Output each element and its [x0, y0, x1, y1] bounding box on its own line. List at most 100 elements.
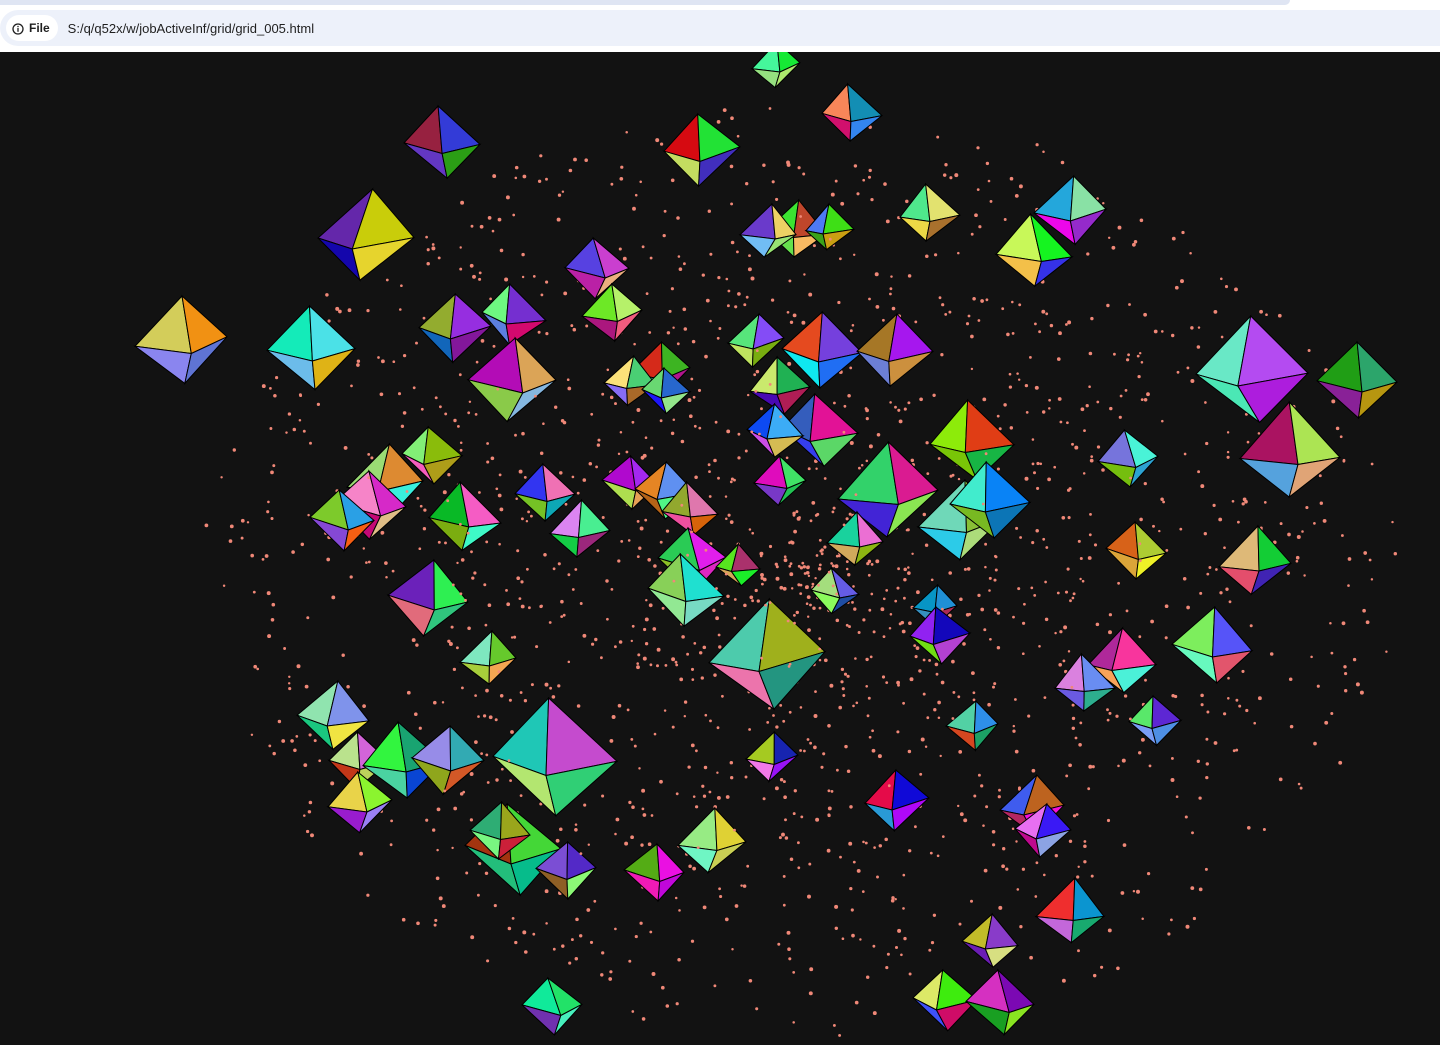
- address-bar[interactable]: File S:/q/q52x/w/jobActiveInf/grid/grid_…: [0, 10, 1440, 46]
- grid-dot: [426, 248, 430, 252]
- grid-dot: [1347, 557, 1352, 561]
- grid-dot: [638, 546, 642, 550]
- grid-dot: [1068, 839, 1073, 844]
- grid-dot: [897, 928, 902, 933]
- grid-dot: [970, 232, 974, 236]
- grid-dot: [727, 289, 731, 293]
- grid-dot: [492, 344, 496, 348]
- grid-dot: [748, 979, 753, 983]
- grid-dot: [1343, 665, 1347, 669]
- grid-dot: [643, 627, 647, 632]
- grid-dot: [606, 617, 609, 621]
- octahedron: [403, 104, 482, 180]
- grid-dot: [847, 573, 851, 577]
- grid-dot: [516, 576, 521, 581]
- grid-dot: [1071, 442, 1074, 446]
- grid-dot: [1190, 326, 1194, 330]
- grid-dot: [641, 245, 645, 249]
- grid-dot: [464, 598, 467, 602]
- grid-dot: [1196, 345, 1201, 349]
- grid-dot: [831, 584, 835, 588]
- grid-dot: [1253, 721, 1256, 725]
- grid-dot: [991, 830, 996, 834]
- grid-dot: [539, 154, 543, 158]
- grid-dot: [930, 578, 934, 582]
- grid-dot: [729, 760, 734, 765]
- webgl-canvas[interactable]: [0, 52, 1440, 1045]
- grid-dot: [1137, 374, 1141, 379]
- grid-dot: [1125, 609, 1129, 613]
- grid-dot: [839, 257, 842, 261]
- grid-dot: [849, 329, 853, 333]
- grid-dot: [730, 202, 734, 206]
- grid-dot: [795, 510, 799, 514]
- grid-dot: [734, 305, 738, 309]
- grid-dot: [552, 947, 556, 951]
- grid-dot: [1385, 650, 1388, 653]
- grid-dot: [620, 540, 624, 543]
- grid-dot: [287, 682, 291, 685]
- grid-dot: [839, 487, 842, 491]
- grid-dot: [806, 565, 810, 570]
- grid-dot: [677, 255, 681, 258]
- grid-dot: [1205, 762, 1209, 766]
- grid-dot: [474, 413, 478, 416]
- grid-dot: [250, 733, 254, 737]
- grid-dot: [1224, 285, 1229, 289]
- grid-dot: [593, 899, 597, 903]
- grid-dot: [252, 590, 256, 594]
- octahedron: [821, 82, 884, 143]
- grid-dot: [866, 714, 870, 718]
- grid-dot: [467, 411, 471, 415]
- grid-dot: [670, 287, 674, 291]
- octahedron: [1316, 340, 1398, 420]
- grid-dot: [1143, 398, 1148, 402]
- grid-dot: [663, 209, 667, 213]
- grid-dot: [1011, 300, 1014, 304]
- grid-dot: [683, 262, 686, 266]
- grid-dot: [349, 575, 353, 579]
- grid-dot: [601, 794, 605, 798]
- grid-dot: [712, 608, 716, 613]
- grid-dot: [818, 658, 822, 662]
- grid-dot: [551, 695, 556, 699]
- grid-dot: [228, 539, 233, 543]
- grid-dot: [316, 402, 321, 407]
- grid-dot: [865, 975, 870, 979]
- grid-dot: [267, 634, 272, 639]
- grid-dot: [1173, 694, 1178, 699]
- grid-dot: [749, 595, 754, 600]
- grid-dot: [840, 667, 845, 672]
- grid-dot: [861, 890, 865, 893]
- grid-dot: [406, 690, 411, 695]
- grid-dot: [865, 459, 869, 463]
- grid-dot: [441, 701, 445, 704]
- grid-dot: [1212, 503, 1216, 507]
- grid-dot: [795, 610, 800, 615]
- grid-dot: [401, 917, 406, 922]
- grid-dot: [416, 921, 420, 926]
- grid-dot: [1138, 751, 1142, 755]
- grid-dot: [989, 637, 992, 641]
- grid-dot: [851, 933, 855, 938]
- grid-dot: [827, 789, 831, 793]
- octahedron-face: [685, 480, 720, 518]
- grid-dot: [639, 921, 643, 925]
- url-text[interactable]: S:/q/q52x/w/jobActiveInf/grid/grid_005.h…: [68, 21, 314, 36]
- grid-dot: [737, 432, 741, 436]
- grid-dot: [698, 651, 703, 655]
- grid-dot: [665, 1004, 670, 1008]
- grid-dot: [285, 431, 288, 434]
- grid-dot: [849, 441, 854, 445]
- grid-dot: [1205, 775, 1209, 780]
- grid-dot: [716, 795, 721, 800]
- grid-dot: [619, 176, 624, 181]
- grid-dot: [656, 664, 659, 668]
- grid-dot: [1307, 349, 1311, 352]
- grid-dot: [525, 519, 529, 523]
- grid-dot: [792, 812, 796, 816]
- site-info-button[interactable]: File: [6, 15, 58, 41]
- grid-dot: [460, 558, 465, 562]
- grid-dot: [647, 557, 652, 562]
- grid-dot: [1100, 965, 1104, 969]
